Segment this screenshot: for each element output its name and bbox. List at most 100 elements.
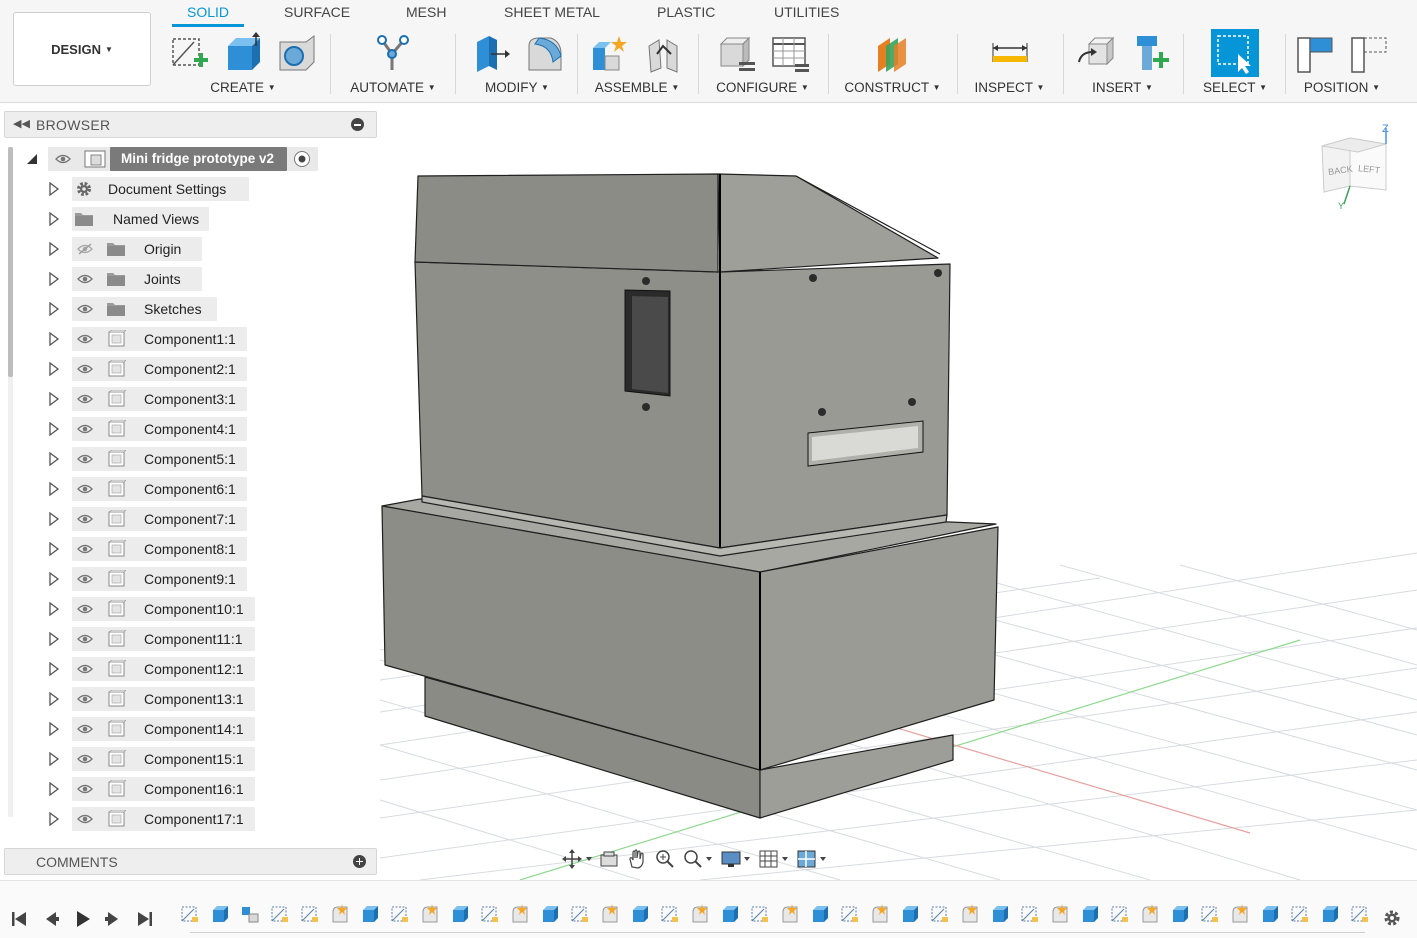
timeline-extrude-icon[interactable] [900,903,920,925]
grid-settings-icon[interactable] [758,848,790,870]
browser-item[interactable]: Component13:1 [0,687,380,711]
visibility-eye-icon[interactable] [77,303,93,315]
new-component-icon[interactable] [588,30,632,76]
visibility-eye-icon[interactable] [77,483,93,495]
expand-triangle-icon[interactable] [48,812,60,826]
visibility-eye-icon[interactable] [77,453,93,465]
browser-item[interactable]: Component4:1 [0,417,380,441]
modify-menu[interactable]: MODIFY ▼ [462,80,572,95]
browser-item[interactable]: Component1:1 [0,327,380,351]
expand-triangle-icon[interactable] [48,722,60,736]
timeline-extrude-icon[interactable] [990,903,1010,925]
visibility-eye-icon[interactable] [77,573,93,585]
timeline-component-icon[interactable] [240,903,260,925]
expand-triangle-icon[interactable] [48,392,60,406]
expand-triangle-icon[interactable] [48,302,60,316]
browser-item[interactable]: Component3:1 [0,387,380,411]
expand-triangle-icon[interactable] [48,242,60,256]
tab-solid[interactable]: SOLID [187,4,229,20]
expanded-triangle-icon[interactable] [26,153,38,165]
position-menu[interactable]: POSITION ▼ [1292,80,1392,95]
timeline-last-icon[interactable] [136,910,154,928]
browser-root-row[interactable]: Mini fridge prototype v2 [0,147,380,171]
automate-icon[interactable] [371,30,415,76]
visibility-eye-icon[interactable] [77,693,93,705]
timeline-extrude-icon[interactable] [720,903,740,925]
visibility-eye-icon[interactable] [77,603,93,615]
timeline-sketch-icon[interactable] [1110,903,1130,925]
view-cube[interactable]: BACK LEFT Z Y [1316,120,1400,211]
timeline-fillet-icon[interactable] [870,903,890,925]
expand-triangle-icon[interactable] [48,272,60,286]
expand-triangle-icon[interactable] [48,482,60,496]
look-at-icon[interactable] [598,848,620,870]
press-pull-icon[interactable] [468,30,512,76]
expand-triangle-icon[interactable] [48,542,60,556]
collapse-panel-icon[interactable]: ◀◀ [13,117,30,130]
insert-derive-icon[interactable] [1074,30,1118,76]
visibility-eye-icon[interactable] [77,393,93,405]
timeline-extrude-icon[interactable] [1170,903,1190,925]
select-icon[interactable] [1211,29,1259,77]
expand-triangle-icon[interactable] [48,332,60,346]
select-menu[interactable]: SELECT ▼ [1190,80,1280,95]
expand-triangle-icon[interactable] [48,512,60,526]
browser-item[interactable]: Component10:1 [0,597,380,621]
timeline-extrude-icon[interactable] [450,903,470,925]
expand-triangle-icon[interactable] [48,632,60,646]
capture-position-icon[interactable] [1293,30,1337,76]
automate-menu[interactable]: AUTOMATE ▼ [338,80,448,95]
tab-sheet-metal[interactable]: SHEET METAL [504,4,600,20]
browser-item[interactable]: Component11:1 [0,627,380,651]
expand-triangle-icon[interactable] [48,692,60,706]
visibility-eye-icon[interactable] [55,153,71,165]
timeline-fillet-icon[interactable] [420,903,440,925]
timeline-previous-icon[interactable] [42,910,60,928]
timeline-sketch-icon[interactable] [270,903,290,925]
timeline-extrude-icon[interactable] [630,903,650,925]
visibility-eye-icon[interactable] [77,363,93,375]
timeline-fillet-icon[interactable] [780,903,800,925]
timeline-extrude-icon[interactable] [1080,903,1100,925]
timeline-fillet-icon[interactable] [1050,903,1070,925]
browser-item[interactable]: Document Settings [0,177,380,201]
timeline-sketch-icon[interactable] [750,903,770,925]
visibility-eye-icon[interactable] [77,633,93,645]
configure-menu[interactable]: CONFIGURE ▼ [705,80,820,95]
browser-item[interactable]: Component6:1 [0,477,380,501]
expand-triangle-icon[interactable] [48,362,60,376]
tab-surface[interactable]: SURFACE [284,4,350,20]
revolve-icon[interactable] [275,30,319,76]
browser-item[interactable]: Named Views [0,207,380,231]
visibility-eye-icon[interactable] [77,663,93,675]
minimize-browser-button[interactable] [351,118,364,131]
timeline-fillet-icon[interactable] [510,903,530,925]
timeline-sketch-icon[interactable] [1350,903,1370,925]
activate-radio-icon[interactable] [293,150,311,168]
orbit-icon[interactable] [562,848,592,870]
tab-mesh[interactable]: MESH [406,4,446,20]
create-sketch-icon[interactable] [167,30,211,76]
expand-triangle-icon[interactable] [48,662,60,676]
fit-zoom-icon[interactable] [682,848,714,870]
extrude-icon[interactable] [221,30,265,76]
assemble-menu[interactable]: ASSEMBLE ▼ [582,80,692,95]
timeline-sketch-icon[interactable] [840,903,860,925]
visibility-eye-icon[interactable] [77,783,93,795]
visibility-hidden-icon[interactable] [77,243,93,255]
timeline-fillet-icon[interactable] [1230,903,1250,925]
visibility-eye-icon[interactable] [77,333,93,345]
visibility-eye-icon[interactable] [77,423,93,435]
browser-item[interactable]: Component14:1 [0,717,380,741]
expand-triangle-icon[interactable] [48,572,60,586]
browser-item[interactable]: Component17:1 [0,807,380,831]
timeline-first-icon[interactable] [10,910,28,928]
timeline-extrude-icon[interactable] [210,903,230,925]
viewports-icon[interactable] [796,848,828,870]
joint-icon[interactable] [642,30,686,76]
visibility-eye-icon[interactable] [77,753,93,765]
expand-triangle-icon[interactable] [48,782,60,796]
timeline-sketch-icon[interactable] [1290,903,1310,925]
insert-menu[interactable]: INSERT ▼ [1070,80,1175,95]
tab-plastic[interactable]: PLASTIC [657,4,715,20]
